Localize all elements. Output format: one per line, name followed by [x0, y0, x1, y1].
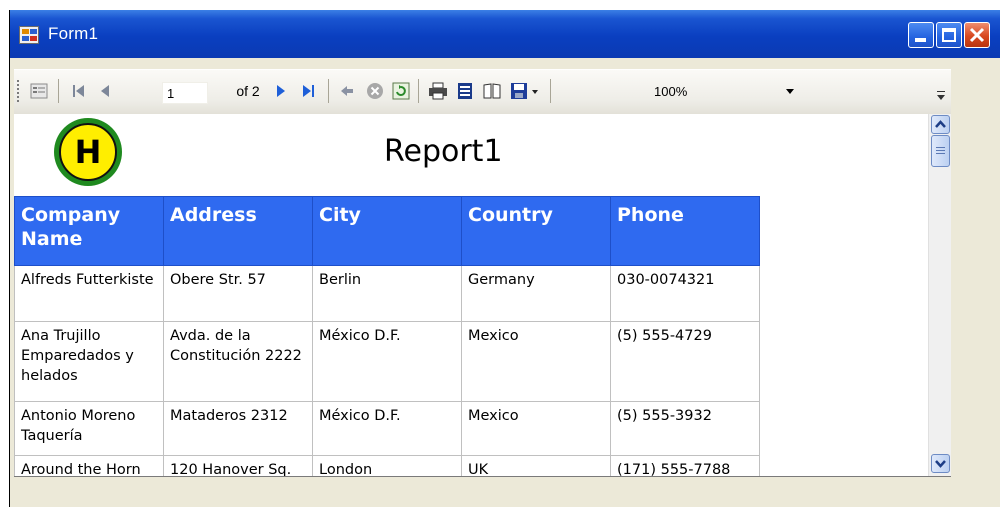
- save-disk-icon: [511, 83, 538, 99]
- table-cell: Germany: [461, 265, 611, 322]
- column-header: City: [312, 196, 462, 266]
- table-header-row: Company Name Address City Country Phone: [14, 196, 760, 266]
- toolbar-separator: [58, 79, 59, 103]
- toolbar-overflow-button[interactable]: [934, 84, 948, 106]
- column-header: Phone: [610, 196, 760, 266]
- first-page-button[interactable]: [68, 80, 90, 102]
- table-cell: 030-0074321: [610, 265, 760, 322]
- column-header: Company Name: [14, 196, 164, 266]
- refresh-icon: [392, 82, 410, 100]
- vertical-scrollbar[interactable]: [928, 114, 951, 476]
- toolbar-grip[interactable]: [17, 80, 19, 102]
- chevron-down-icon: [935, 460, 946, 468]
- print-layout-button[interactable]: [454, 80, 476, 102]
- back-button[interactable]: [336, 80, 358, 102]
- title-bar[interactable]: Form1: [10, 10, 1000, 58]
- next-page-icon: [277, 85, 285, 97]
- page-count-label: of 2: [236, 83, 260, 99]
- table-cell: (5) 555-3932: [610, 401, 760, 456]
- table-row: Alfreds Futterkiste Obere Str. 57 Berlin…: [14, 265, 760, 322]
- table-row: Ana Trujillo Emparedados y helados Avda.…: [14, 321, 760, 402]
- previous-page-button[interactable]: [94, 80, 116, 102]
- table-cell: Around the Horn: [14, 455, 164, 476]
- table-cell: Berlin: [312, 265, 462, 322]
- table-cell: Mexico: [461, 401, 611, 456]
- export-button[interactable]: [508, 80, 542, 102]
- scroll-thumb[interactable]: [931, 135, 950, 167]
- document-map-icon: [30, 83, 48, 99]
- current-page-input[interactable]: [162, 82, 208, 104]
- chevron-down-icon: [786, 89, 794, 94]
- last-page-icon: [303, 85, 314, 97]
- minimize-button[interactable]: [908, 22, 934, 48]
- refresh-button[interactable]: [390, 80, 412, 102]
- maximize-icon: [942, 28, 956, 42]
- next-page-button[interactable]: [270, 80, 292, 102]
- toolbar-separator: [550, 79, 551, 103]
- overflow-chevron-icon: [937, 91, 945, 100]
- table-cell: México D.F.: [312, 401, 462, 456]
- window-client-background: [10, 477, 1000, 507]
- report-table: Company Name Address City Country Phone …: [14, 196, 760, 476]
- minimize-icon: [915, 38, 926, 42]
- form-window: Form1 1 of 2 100% H Report1 Company Name…: [9, 10, 1000, 507]
- table-cell: México D.F.: [312, 321, 462, 402]
- print-button[interactable]: [426, 80, 450, 102]
- zoom-select[interactable]: 100%: [648, 82, 798, 102]
- previous-page-icon: [101, 85, 109, 97]
- report-toolbar: of 2: [14, 69, 951, 115]
- page-setup-button[interactable]: [480, 80, 504, 102]
- first-page-icon: [73, 85, 84, 97]
- last-page-button[interactable]: [296, 80, 320, 102]
- table-cell: UK: [461, 455, 611, 476]
- report-viewport: H Report1 Company Name Address City Coun…: [14, 114, 951, 477]
- maximize-button[interactable]: [936, 22, 962, 48]
- table-cell: Ana Trujillo Emparedados y helados: [14, 321, 164, 402]
- table-cell: Mataderos 2312: [163, 401, 313, 456]
- scroll-up-button[interactable]: [931, 115, 950, 134]
- column-header: Address: [163, 196, 313, 266]
- scroll-down-button[interactable]: [931, 454, 950, 473]
- back-arrow-icon: [341, 86, 353, 96]
- column-header: Country: [461, 196, 611, 266]
- close-button[interactable]: [964, 22, 990, 48]
- logo-letter: H: [59, 123, 117, 181]
- page-setup-icon: [483, 83, 501, 99]
- toolbar-separator: [418, 79, 419, 103]
- stop-icon: [367, 83, 383, 99]
- window-title: Form1: [48, 24, 99, 43]
- table-cell: London: [312, 455, 462, 476]
- report-title: Report1: [384, 134, 503, 169]
- table-cell: 120 Hanover Sq.: [163, 455, 313, 476]
- print-layout-icon: [458, 83, 472, 99]
- table-cell: (5) 555-4729: [610, 321, 760, 402]
- table-row: Antonio Moreno Taquería Mataderos 2312 M…: [14, 401, 760, 456]
- grip-lines-icon: [936, 147, 945, 154]
- table-cell: Avda. de la Constitución 2222: [163, 321, 313, 402]
- table-cell: Obere Str. 57: [163, 265, 313, 322]
- table-cell: (171) 555-7788: [610, 455, 760, 476]
- report-logo: H: [54, 118, 122, 186]
- printer-icon: [429, 82, 447, 100]
- table-row: Around the Horn 120 Hanover Sq. London U…: [14, 455, 760, 476]
- document-map-button[interactable]: [28, 80, 50, 102]
- chevron-up-icon: [935, 120, 946, 128]
- table-cell: Alfreds Futterkiste: [14, 265, 164, 322]
- table-cell: Antonio Moreno Taquería: [14, 401, 164, 456]
- zoom-value: 100%: [654, 84, 688, 99]
- stop-button[interactable]: [364, 80, 386, 102]
- close-icon: [969, 27, 985, 43]
- table-cell: Mexico: [461, 321, 611, 402]
- app-icon: [19, 26, 39, 44]
- toolbar-separator: [328, 79, 329, 103]
